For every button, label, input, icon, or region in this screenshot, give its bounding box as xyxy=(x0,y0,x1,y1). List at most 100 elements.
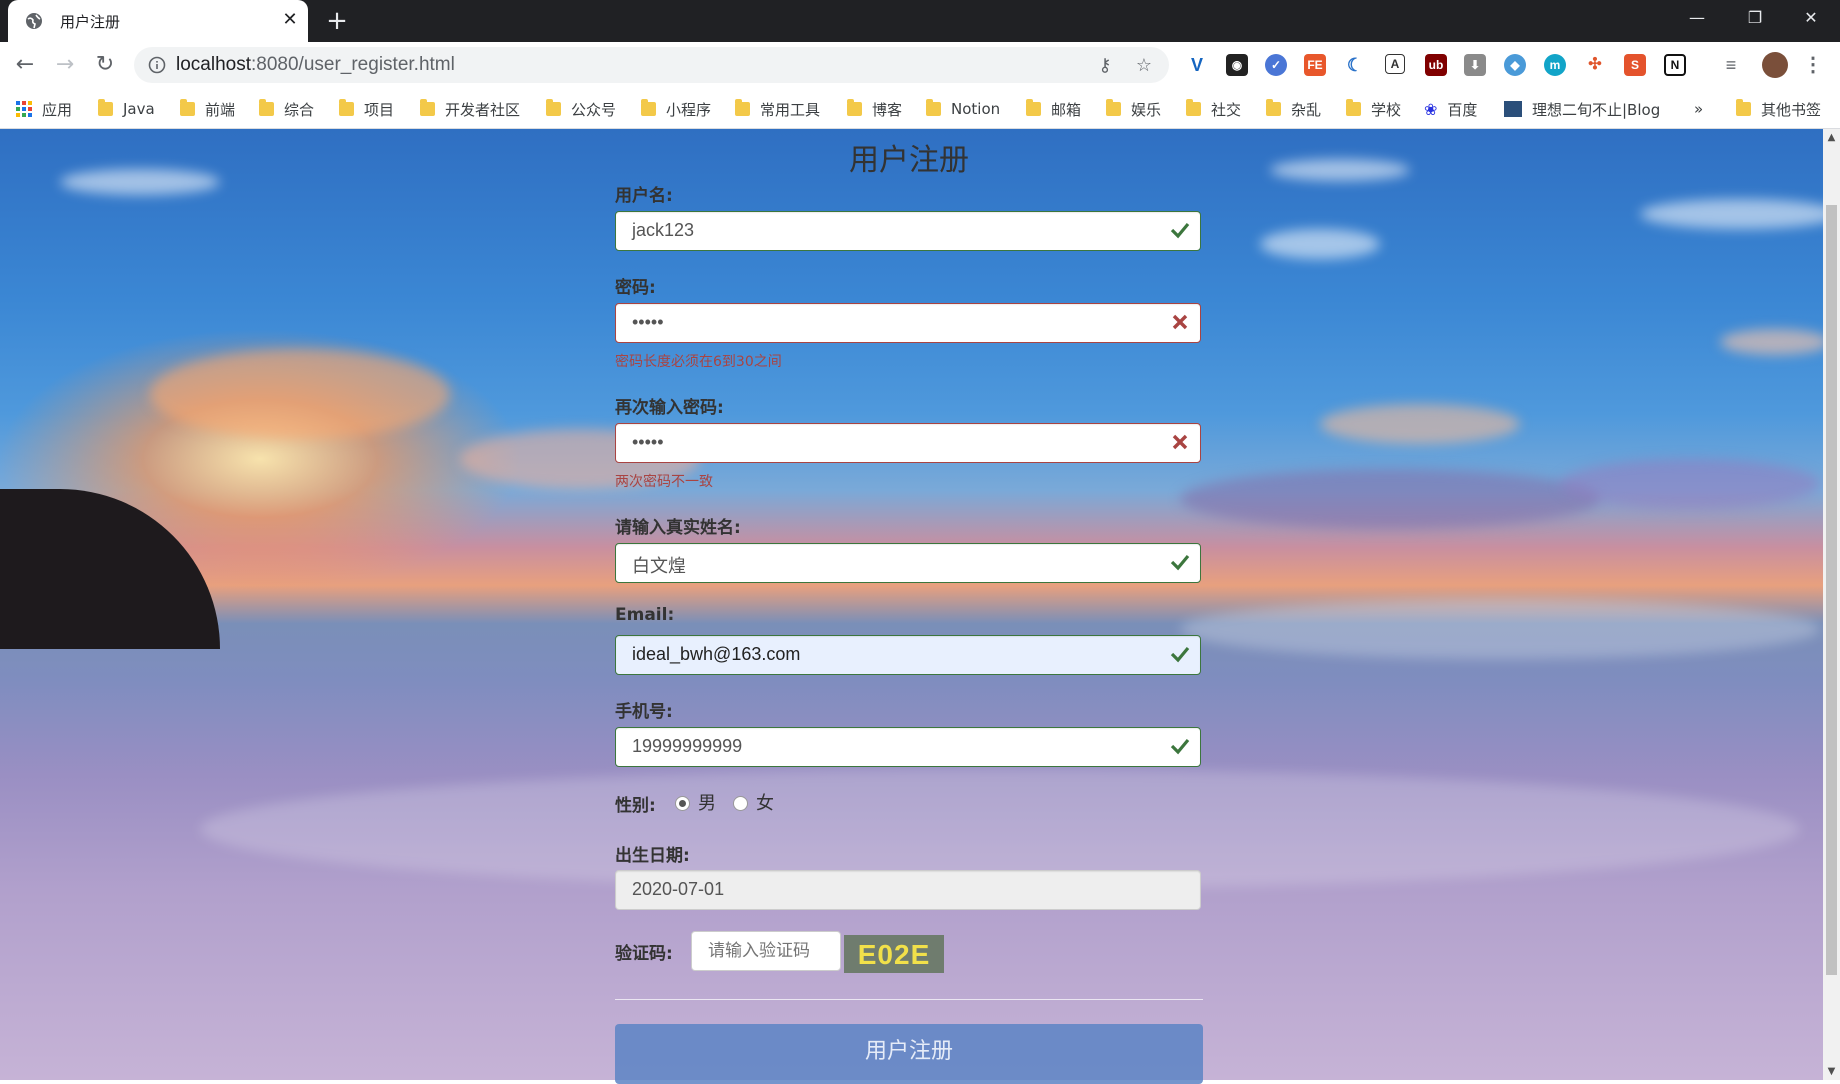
password-label: 密码: xyxy=(615,278,656,298)
bookmark-general[interactable]: 综合 xyxy=(259,98,314,120)
tab-strip: 用户注册 ✕ + — ❐ ✕ xyxy=(0,0,1840,42)
cloud xyxy=(60,169,220,195)
bookmark-label: 社交 xyxy=(1211,100,1242,119)
bookmarks-overflow-chevron[interactable]: » xyxy=(1694,98,1703,120)
new-tab-button[interactable]: + xyxy=(322,6,352,36)
close-tab-icon[interactable]: ✕ xyxy=(278,8,302,32)
extension-shield-icon[interactable]: ◆ xyxy=(1504,54,1526,76)
cross-icon xyxy=(1172,314,1188,330)
restore-window-button[interactable]: ❐ xyxy=(1730,0,1780,36)
check-icon xyxy=(1170,554,1190,571)
folder-icon xyxy=(1346,99,1361,116)
bookmark-wechat-accounts[interactable]: 公众号 xyxy=(546,98,616,120)
cloud xyxy=(1720,329,1823,355)
gender-female-label[interactable]: 女 xyxy=(756,789,774,815)
captcha-image[interactable]: E02E xyxy=(844,935,944,973)
bookmark-mail[interactable]: 邮箱 xyxy=(1026,98,1081,120)
scroll-down-arrow[interactable]: ▼ xyxy=(1823,1063,1840,1080)
birthday-label: 出生日期: xyxy=(615,846,690,866)
bookmark-tools[interactable]: 常用工具 xyxy=(735,98,820,120)
confirm-password-value: ••••• xyxy=(632,432,664,452)
minimize-window-button[interactable]: — xyxy=(1672,0,1722,36)
folder-icon xyxy=(1026,99,1041,116)
bookmark-apps[interactable]: 应用 xyxy=(16,98,72,120)
confirm-password-error-text: 两次密码不一致 xyxy=(615,474,713,490)
extension-dark-icon[interactable]: ◉ xyxy=(1226,54,1248,76)
folder-icon xyxy=(926,99,941,116)
address-bar[interactable]: localhost:8080/user_register.html ⚷ ☆ xyxy=(134,47,1169,83)
username-input[interactable]: jack123 xyxy=(615,211,1201,251)
bookmark-other[interactable]: 其他书签 xyxy=(1736,98,1821,120)
extension-fe-icon[interactable]: FE xyxy=(1304,54,1326,76)
birthday-input[interactable]: 2020-07-01 xyxy=(615,870,1201,910)
bookmark-notion[interactable]: Notion xyxy=(926,98,1000,120)
bookmark-baidu[interactable]: ❀ 百度 xyxy=(1424,98,1477,120)
bookmark-misc[interactable]: 杂乱 xyxy=(1266,98,1321,120)
captcha-text-field[interactable] xyxy=(706,940,830,962)
cloud xyxy=(1320,404,1520,444)
folder-icon xyxy=(546,99,561,116)
bookmark-label: 前端 xyxy=(205,100,236,119)
bookmark-social[interactable]: 社交 xyxy=(1186,98,1241,120)
info-icon[interactable] xyxy=(148,56,166,74)
bookmark-entertainment[interactable]: 娱乐 xyxy=(1106,98,1161,120)
bookmark-label: 公众号 xyxy=(571,100,617,119)
ublock-icon[interactable]: ub xyxy=(1425,54,1447,76)
vuejs-devtools-icon[interactable]: V xyxy=(1186,54,1208,76)
download-icon[interactable]: ⬇ xyxy=(1464,54,1486,76)
reload-button[interactable]: ↻ xyxy=(90,50,120,80)
reading-list-icon[interactable]: ≡ xyxy=(1720,54,1742,76)
extension-m-icon[interactable]: m xyxy=(1544,54,1566,76)
bookmark-blogs[interactable]: 博客 xyxy=(847,98,902,120)
bookmark-mini-programs[interactable]: 小程序 xyxy=(641,98,711,120)
close-window-button[interactable]: ✕ xyxy=(1786,0,1836,36)
gender-male-label[interactable]: 男 xyxy=(698,789,716,815)
forward-button[interactable]: → xyxy=(50,50,80,80)
bookmark-label: 博客 xyxy=(872,100,903,119)
bookmark-label: Notion xyxy=(951,100,1001,118)
extension-a-icon[interactable]: A xyxy=(1385,54,1405,74)
password-input[interactable]: ••••• xyxy=(615,303,1201,343)
extension-s-icon[interactable]: S xyxy=(1624,54,1646,76)
more-menu-icon[interactable]: ⋮ xyxy=(1802,54,1824,76)
bookmark-school[interactable]: 学校 xyxy=(1346,98,1401,120)
password-error-text: 密码长度必须在6到30之间 xyxy=(615,354,782,370)
real-name-input[interactable]: 白文煌 xyxy=(615,543,1201,583)
email-label: Email: xyxy=(615,605,675,625)
check-icon xyxy=(1170,738,1190,755)
confirm-password-input[interactable]: ••••• xyxy=(615,423,1201,463)
blog-thumbnail-icon xyxy=(1504,101,1522,117)
bookmark-label: 百度 xyxy=(1447,100,1478,119)
real-name-value: 白文煌 xyxy=(632,556,686,576)
bookmark-java[interactable]: Java xyxy=(98,98,155,120)
bookmark-label: 理想二旬不止|Blog xyxy=(1532,100,1661,119)
extension-nodes-icon[interactable]: ✣ xyxy=(1584,54,1606,76)
email-input[interactable]: ideal_bwh@163.com xyxy=(615,635,1201,675)
real-name-label: 请输入真实姓名: xyxy=(615,518,741,538)
avatar[interactable] xyxy=(1762,52,1788,78)
scroll-up-arrow[interactable]: ▲ xyxy=(1823,129,1840,146)
extension-moon-icon[interactable]: ☾ xyxy=(1344,54,1366,76)
key-icon[interactable]: ⚷ xyxy=(1094,55,1116,77)
url-host: localhost xyxy=(176,54,251,75)
phone-input[interactable]: 19999999999 xyxy=(615,727,1201,767)
form-divider xyxy=(615,999,1203,1000)
folder-icon xyxy=(1266,99,1281,116)
globe-icon xyxy=(26,13,42,29)
notion-icon[interactable]: N xyxy=(1664,54,1686,76)
baidu-paw-icon: ❀ xyxy=(1424,99,1438,119)
gender-female-radio[interactable] xyxy=(733,796,748,811)
gender-male-radio[interactable] xyxy=(675,796,690,811)
tab-user-register[interactable]: 用户注册 ✕ xyxy=(8,0,308,42)
scrollbar-thumb[interactable] xyxy=(1826,205,1837,975)
bookmark-label: 邮箱 xyxy=(1051,100,1082,119)
back-button[interactable]: ← xyxy=(10,50,40,80)
bookmark-frontend[interactable]: 前端 xyxy=(180,98,235,120)
bookmark-blog-site[interactable]: 理想二旬不止|Blog xyxy=(1504,98,1660,120)
bookmark-projects[interactable]: 项目 xyxy=(339,98,394,120)
register-submit-button[interactable]: 用户注册 xyxy=(615,1024,1203,1084)
captcha-input[interactable] xyxy=(691,931,841,971)
extension-check-icon[interactable]: ✓ xyxy=(1265,54,1287,76)
star-icon[interactable]: ☆ xyxy=(1133,55,1155,77)
bookmark-dev-community[interactable]: 开发者社区 xyxy=(420,98,520,120)
